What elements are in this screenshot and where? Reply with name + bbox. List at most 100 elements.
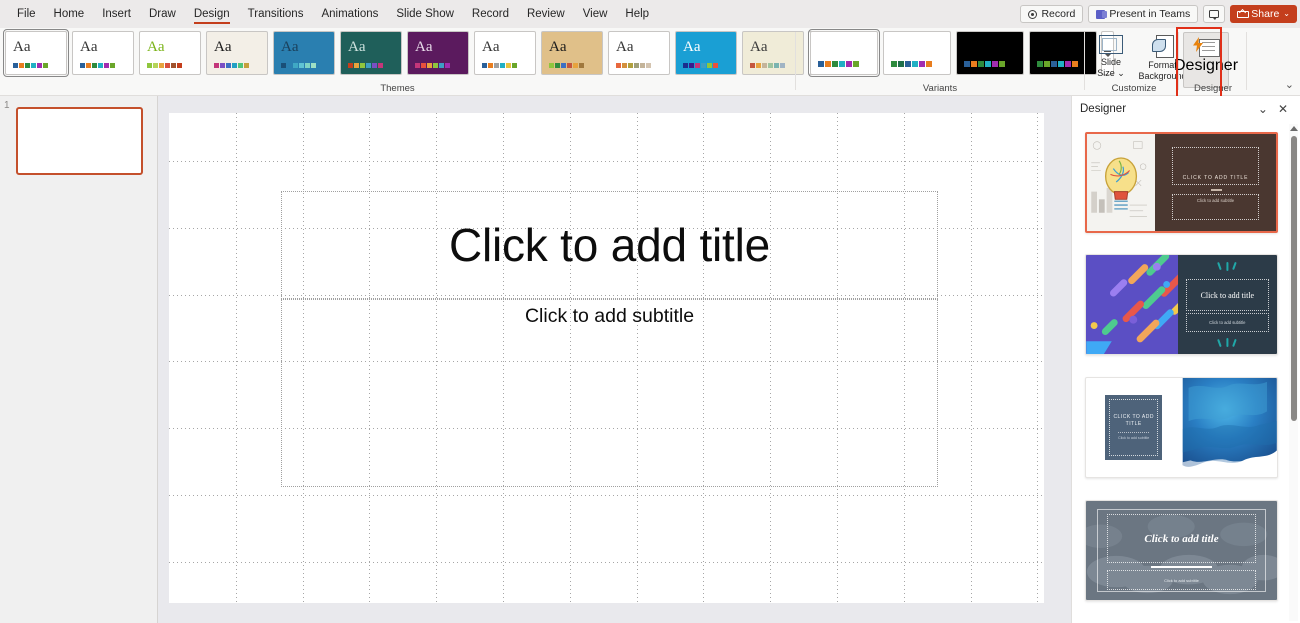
idea-subtitle-box: Click to add subtitle <box>1171 194 1260 221</box>
teal-gradient-theme[interactable]: Aa <box>340 31 402 75</box>
theme-aa-sample: Aa <box>415 39 433 55</box>
menu-item-review[interactable]: Review <box>518 0 574 28</box>
office-theme[interactable]: Aa <box>3 29 69 77</box>
idea-title-text: Click to add title <box>1144 532 1219 545</box>
present-in-teams-button[interactable]: Present in Teams <box>1088 5 1199 23</box>
variant-color-swatches <box>964 61 1005 67</box>
menu-item-home[interactable]: Home <box>45 0 94 28</box>
color-swatch <box>238 63 243 68</box>
wood-type-theme[interactable]: Aa <box>206 31 268 75</box>
color-swatch <box>506 63 511 68</box>
design-idea-confetti[interactable]: Click to add title Click to add subtitle <box>1085 254 1278 355</box>
color-swatch <box>555 63 560 68</box>
menu-item-slide-show[interactable]: Slide Show <box>387 0 463 28</box>
color-swatch <box>80 63 85 68</box>
color-swatch <box>305 63 310 68</box>
variant-dark-2[interactable] <box>1029 31 1097 75</box>
blue-ion-theme[interactable]: Aa <box>675 31 737 75</box>
idea-image-confetti <box>1086 255 1178 354</box>
slide-size-button[interactable]: Slide Size ⌄ <box>1090 32 1132 81</box>
theme-aa-sample: Aa <box>147 39 165 55</box>
menu-item-transitions[interactable]: Transitions <box>239 0 313 28</box>
slides-thumbnail-panel[interactable] <box>0 96 158 623</box>
theme-color-swatches <box>147 63 182 68</box>
group-separator <box>1084 32 1085 90</box>
design-idea-clouds[interactable]: Click to add title Click to add subtitle <box>1085 500 1278 601</box>
menu-item-file[interactable]: File <box>8 0 45 28</box>
share-label: Share <box>1251 8 1280 20</box>
grid-line-horizontal <box>169 562 1044 563</box>
color-swatch <box>25 63 30 68</box>
menu-item-record[interactable]: Record <box>463 0 518 28</box>
designer-pane-close-button[interactable]: ✕ <box>1273 103 1293 115</box>
color-swatch <box>622 63 627 68</box>
menu-item-help[interactable]: Help <box>616 0 658 28</box>
color-swatch <box>92 63 97 68</box>
theme-aa-sample: Aa <box>214 39 232 55</box>
facet-theme[interactable]: Aa <box>72 31 134 75</box>
menu-item-view[interactable]: View <box>574 0 617 28</box>
accent-tick-icon <box>1217 262 1223 271</box>
color-swatch <box>891 61 897 67</box>
group-separator <box>795 32 796 90</box>
color-swatch <box>439 63 444 68</box>
color-swatch <box>839 61 845 67</box>
designer-icon <box>1193 37 1220 57</box>
grid-line-horizontal <box>169 495 1044 496</box>
variant-color-swatches <box>891 61 932 67</box>
menu-item-insert[interactable]: Insert <box>93 0 140 28</box>
ribbon-collapse-button[interactable]: ⌄ <box>1285 78 1294 91</box>
wood-frame-theme[interactable]: Aa <box>541 31 603 75</box>
record-button[interactable]: Record <box>1020 5 1084 23</box>
basis-theme[interactable]: Aa <box>474 31 536 75</box>
color-swatch <box>978 61 984 67</box>
menu-items: File Home Insert Draw Design Transitions Anima… <box>0 0 658 28</box>
color-swatch <box>695 63 700 68</box>
theme-aa-sample: Aa <box>80 39 98 55</box>
designer-button[interactable]: Designer <box>1174 32 1238 88</box>
title-placeholder[interactable]: Click to add title <box>281 191 938 299</box>
menu-item-animations[interactable]: Animations <box>312 0 387 28</box>
blue-dots-theme[interactable]: Aa <box>273 31 335 75</box>
color-swatch <box>912 61 918 67</box>
variant-dark-1[interactable] <box>956 31 1024 75</box>
designer-pane-collapse-button[interactable]: ⌄ <box>1253 103 1273 115</box>
scroll-up-arrow-icon[interactable] <box>1290 126 1298 131</box>
share-button[interactable]: Share ⌄ <box>1230 5 1297 23</box>
slide-thumbnail-1[interactable] <box>16 107 143 175</box>
color-swatch <box>159 63 164 68</box>
idea-subtitle-text: Click to add subtitle <box>1164 577 1199 583</box>
comments-button[interactable] <box>1203 5 1226 23</box>
variant-light-2[interactable] <box>883 31 951 75</box>
accent-tick-icon <box>1226 261 1229 271</box>
slide-surface[interactable]: Click to add title Click to add subtitle <box>169 113 1044 603</box>
purple-theme[interactable]: Aa <box>407 31 469 75</box>
menu-item-design[interactable]: Design <box>185 0 239 28</box>
designer-pane-scroll-thumb[interactable] <box>1291 136 1297 421</box>
comment-icon <box>1209 10 1220 20</box>
variants-group-label: Variants <box>922 83 958 94</box>
color-swatch <box>171 63 176 68</box>
color-swatch <box>628 63 633 68</box>
color-swatch <box>293 63 298 68</box>
idea-image-watercolor <box>1182 378 1278 477</box>
subtitle-placeholder[interactable]: Click to add subtitle <box>281 299 938 487</box>
berlin-theme[interactable]: Aa <box>608 31 670 75</box>
color-swatch <box>926 61 932 67</box>
variant-light-1[interactable] <box>808 29 880 77</box>
color-swatch <box>177 63 182 68</box>
design-idea-watercolor[interactable]: CLICK TO ADD TITLE Click to add subtitle <box>1085 377 1278 478</box>
share-icon <box>1237 10 1250 18</box>
color-swatch <box>147 63 152 68</box>
green-swoosh-theme[interactable]: Aa <box>139 31 201 75</box>
color-swatch <box>1072 61 1078 67</box>
slide-size-label-1: Slide <box>1100 57 1121 67</box>
color-swatch <box>311 63 316 68</box>
menu-item-draw[interactable]: Draw <box>140 0 185 28</box>
theme-color-swatches <box>750 63 785 68</box>
theme-aa-sample: Aa <box>13 39 31 55</box>
idea-panel: CLICK TO ADD TITLE Click to add subtitle <box>1155 134 1276 231</box>
watercolor-image-icon <box>1182 378 1277 477</box>
color-swatch <box>707 63 712 68</box>
design-idea-lightbulb[interactable]: CLICK TO ADD TITLE Click to add subtitle <box>1085 132 1278 233</box>
